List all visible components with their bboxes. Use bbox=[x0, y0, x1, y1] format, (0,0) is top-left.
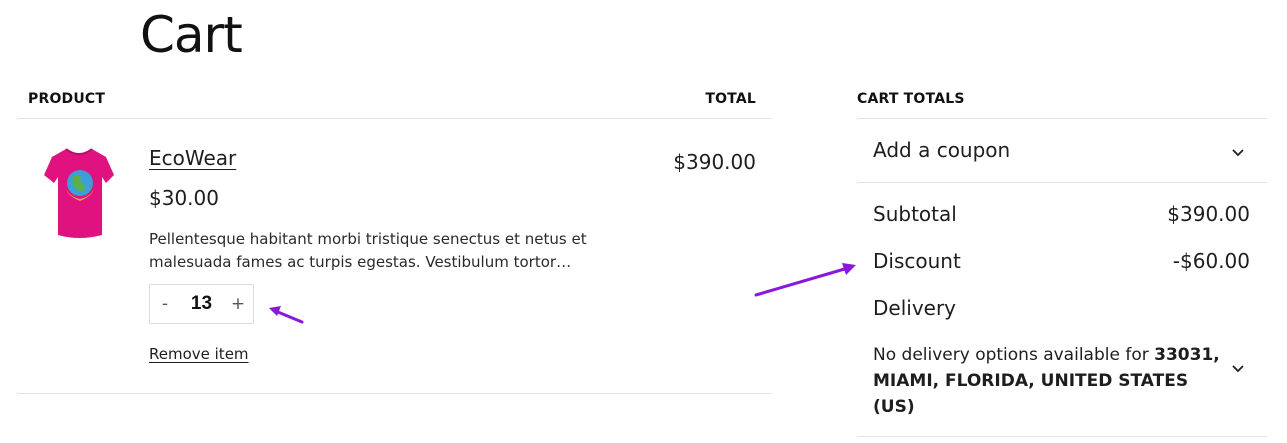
product-column-header: PRODUCT bbox=[28, 91, 106, 107]
line-total: $390.00 bbox=[673, 150, 756, 174]
remove-item-link[interactable]: Remove item bbox=[149, 345, 249, 363]
product-name-link[interactable]: EcoWear bbox=[149, 146, 236, 170]
delivery-note: No delivery options available for 33031,… bbox=[873, 342, 1233, 420]
quantity-stepper[interactable]: - 13 + bbox=[149, 284, 254, 324]
quantity-input[interactable]: 13 bbox=[180, 293, 223, 315]
cart-header-divider bbox=[17, 118, 772, 119]
tshirt-icon bbox=[44, 148, 114, 238]
totals-footer-divider bbox=[857, 436, 1267, 437]
delivery-note-prefix: No delivery options available for bbox=[873, 345, 1149, 365]
product-thumbnail[interactable] bbox=[44, 145, 114, 241]
add-coupon-label: Add a coupon bbox=[873, 138, 1011, 162]
cart-totals-heading: CART TOTALS bbox=[857, 91, 965, 107]
delivery-expand-icon[interactable] bbox=[1230, 360, 1246, 376]
total-column-header: TOTAL bbox=[705, 91, 756, 107]
product-unit-price: $30.00 bbox=[149, 186, 219, 210]
coupon-divider bbox=[857, 182, 1267, 183]
delivery-label: Delivery bbox=[873, 296, 957, 320]
chevron-down-icon bbox=[1232, 149, 1244, 157]
page-title: Cart bbox=[140, 6, 243, 64]
quantity-annotation-arrow-icon bbox=[269, 306, 304, 324]
discount-annotation-arrow-icon bbox=[754, 263, 856, 297]
discount-label: Discount bbox=[873, 249, 961, 273]
decrement-button[interactable]: - bbox=[150, 294, 180, 314]
add-coupon-toggle[interactable]: Add a coupon bbox=[857, 119, 1267, 182]
subtotal-label: Subtotal bbox=[873, 202, 957, 226]
increment-button[interactable]: + bbox=[223, 294, 253, 314]
cart-footer-divider bbox=[17, 393, 772, 394]
product-description: Pellentesque habitant morbi tristique se… bbox=[149, 230, 587, 271]
discount-value: -$60.00 bbox=[1172, 249, 1250, 273]
subtotal-value: $390.00 bbox=[1167, 202, 1250, 226]
